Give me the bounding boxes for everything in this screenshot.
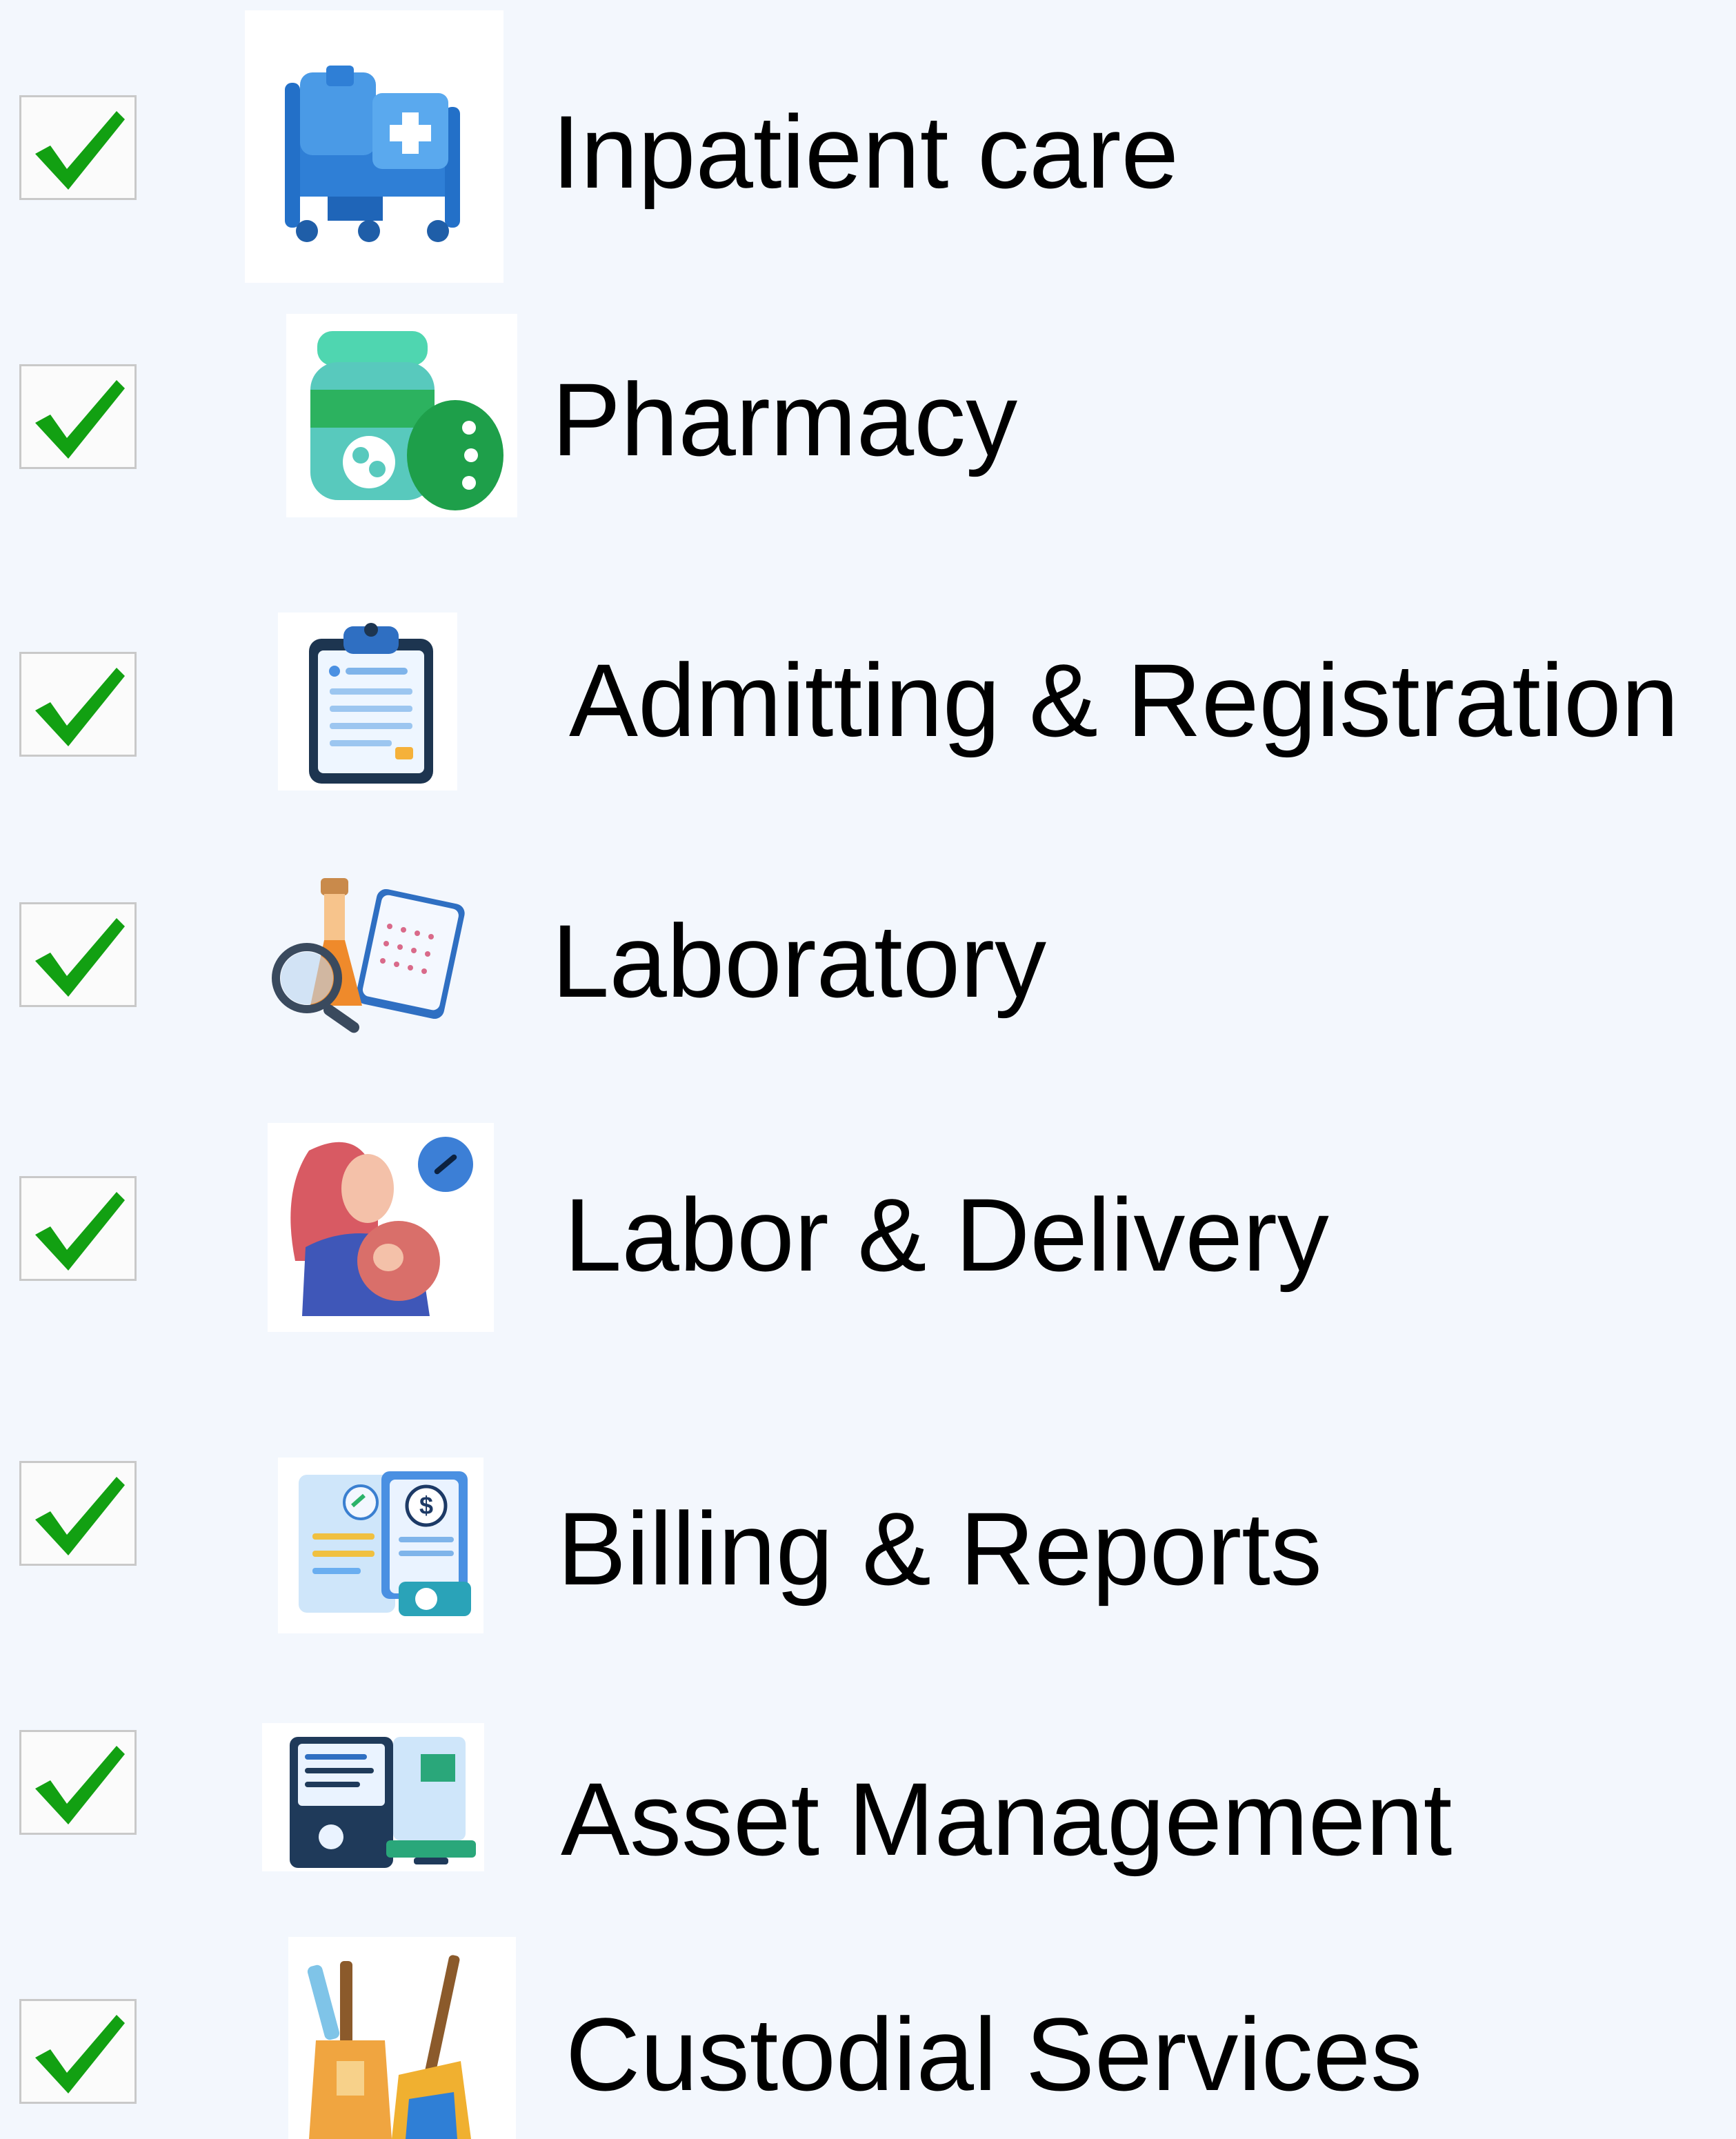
medicine-bottle-icon <box>286 314 517 517</box>
checkbox[interactable] <box>19 1461 137 1566</box>
checkbox[interactable] <box>19 902 137 1007</box>
checkmark-icon <box>35 1746 125 1824</box>
checkmark-icon <box>35 918 125 997</box>
item-label: Admitting & Registration <box>569 642 1679 758</box>
checkbox[interactable] <box>19 1176 137 1281</box>
checkmark-icon <box>35 2015 125 2093</box>
computer-devices-icon <box>262 1723 484 1871</box>
checkmark-icon <box>35 1477 125 1555</box>
clipboard-icon <box>278 613 457 790</box>
checkbox[interactable] <box>19 1730 137 1835</box>
checkmark-icon <box>35 668 125 746</box>
billing-documents-icon: $ <box>278 1457 483 1633</box>
checkbox[interactable] <box>19 1999 137 2104</box>
item-label: Laboratory <box>552 903 1047 1019</box>
cleaning-supplies-icon <box>288 1937 516 2139</box>
item-label: Inpatient care <box>552 94 1179 210</box>
item-label: Pharmacy <box>552 361 1018 477</box>
svg-text:$: $ <box>419 1491 433 1520</box>
checkmark-icon <box>35 1192 125 1271</box>
item-label: Asset Management <box>561 1761 1453 1877</box>
lab-flask-magnifier-icon <box>262 868 469 1033</box>
checkmark-icon <box>35 380 125 459</box>
checkmark-icon <box>35 111 125 190</box>
item-label: Billing & Reports <box>557 1491 1322 1606</box>
checkbox[interactable] <box>19 364 137 469</box>
checkbox[interactable] <box>19 95 137 200</box>
pregnant-woman-icon <box>268 1123 494 1332</box>
checkbox[interactable] <box>19 652 137 757</box>
hospital-bed-icon <box>245 10 503 283</box>
item-label: Custodial Services <box>566 1996 1423 2112</box>
item-label: Labor & Delivery <box>564 1177 1329 1293</box>
